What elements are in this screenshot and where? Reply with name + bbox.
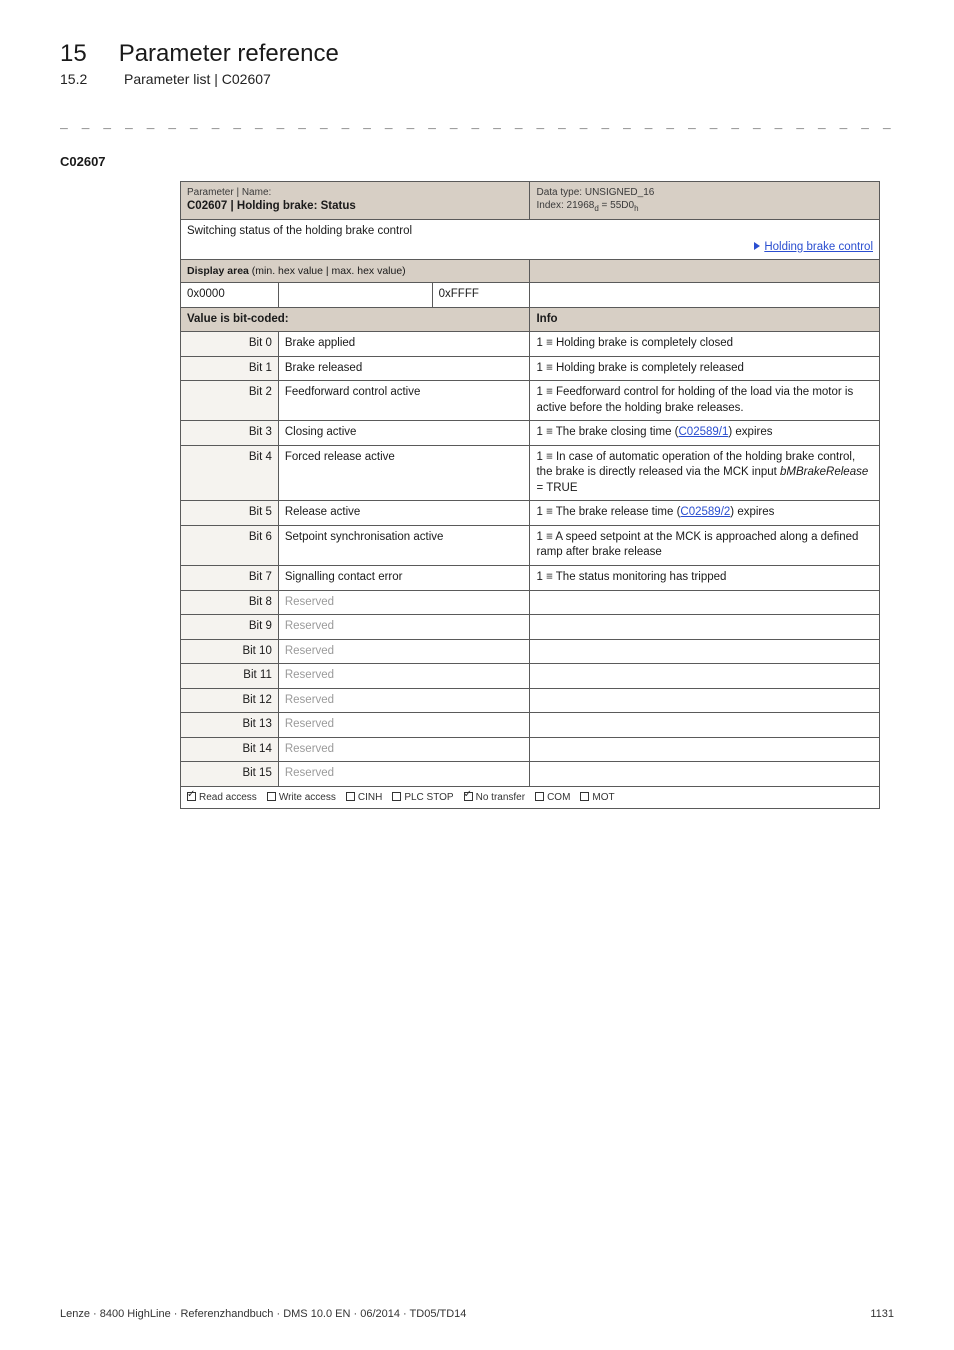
inline-link[interactable]: C02589/2 [680,506,730,518]
range-max: 0xFFFF [432,283,530,308]
parameter-anchor: C02607 [60,154,894,169]
bit-label: Bit 10 [181,639,279,664]
bit-description: 1 ≡ In case of automatic operation of th… [530,445,880,501]
bit-label: Bit 2 [181,381,279,421]
bit-description [530,590,880,615]
value-bit-coded-label: Value is bit-coded: [181,307,530,332]
bit-label: Bit 7 [181,566,279,591]
bit-name: Brake applied [278,332,530,357]
triangle-icon [754,242,760,250]
access-checkbox [535,792,544,801]
access-label: Read access [199,792,257,803]
inline-link[interactable]: C02589/1 [679,426,729,438]
param-head-label: Parameter | Name: [187,186,523,200]
divider: _ _ _ _ _ _ _ _ _ _ _ _ _ _ _ _ _ _ _ _ … [60,115,894,130]
access-checkbox [464,792,473,801]
section-number: 15.2 [60,71,92,87]
access-checkbox [392,792,401,801]
bit-description [530,688,880,713]
bit-description: 1 ≡ Holding brake is completely closed [530,332,880,357]
display-area-label: Display area [187,265,249,277]
access-flags: Read access Write access CINH PLC STOP N… [181,786,880,809]
access-label: No transfer [476,792,525,803]
bit-name: Setpoint synchronisation active [278,525,530,565]
access-checkbox [580,792,589,801]
bit-label: Bit 6 [181,525,279,565]
bit-description [530,639,880,664]
access-label: Write access [279,792,336,803]
param-index: Index: 21968d = 55D0h [536,199,873,215]
bit-label: Bit 15 [181,762,279,787]
footer-page-number: 1131 [870,1308,894,1320]
bit-description: 1 ≡ A speed setpoint at the MCK is appro… [530,525,880,565]
chapter-number: 15 [60,40,87,69]
bit-name: Reserved [278,664,530,689]
access-checkbox [187,792,196,801]
param-head-value: C02607 | Holding brake: Status [187,199,523,215]
bit-name: Closing active [278,421,530,446]
bit-label: Bit 3 [181,421,279,446]
footer-left: Lenze · 8400 HighLine · Referenzhandbuch… [60,1308,466,1320]
access-label: MOT [592,792,614,803]
bit-name: Feedforward control active [278,381,530,421]
bit-label: Bit 8 [181,590,279,615]
range-mid [278,283,432,308]
parameter-table: Parameter | Name: C02607 | Holding brake… [180,181,880,809]
section-title: Parameter list | C02607 [124,71,271,87]
bit-label: Bit 4 [181,445,279,501]
access-checkbox [346,792,355,801]
bit-label: Bit 9 [181,615,279,640]
chapter-title: Parameter reference [119,40,339,69]
bit-label: Bit 5 [181,501,279,526]
bit-description [530,713,880,738]
bit-description: 1 ≡ Feedforward control for holding of t… [530,381,880,421]
param-datatype: Data type: UNSIGNED_16 [536,186,873,200]
bit-name: Forced release active [278,445,530,501]
holding-brake-link[interactable]: Holding brake control [764,241,873,253]
display-area-suffix: (min. hex value | max. hex value) [249,265,406,277]
bit-name: Reserved [278,590,530,615]
bit-label: Bit 14 [181,737,279,762]
bit-description [530,762,880,787]
info-label: Info [530,307,880,332]
bit-name: Release active [278,501,530,526]
bit-name: Reserved [278,737,530,762]
bit-name: Reserved [278,639,530,664]
bit-label: Bit 13 [181,713,279,738]
bit-description: 1 ≡ Holding brake is completely released [530,356,880,381]
bit-description: 1 ≡ The brake closing time (C02589/1) ex… [530,421,880,446]
bit-description [530,664,880,689]
bit-label: Bit 12 [181,688,279,713]
bit-name: Brake released [278,356,530,381]
bit-label: Bit 11 [181,664,279,689]
access-checkbox [267,792,276,801]
bit-label: Bit 0 [181,332,279,357]
bit-name: Reserved [278,762,530,787]
access-label: CINH [358,792,382,803]
bit-name: Reserved [278,615,530,640]
access-label: COM [547,792,570,803]
bit-name: Reserved [278,688,530,713]
bit-description [530,737,880,762]
bit-description: 1 ≡ The brake release time (C02589/2) ex… [530,501,880,526]
bit-name: Reserved [278,713,530,738]
range-min: 0x0000 [181,283,279,308]
bit-label: Bit 1 [181,356,279,381]
bit-description: 1 ≡ The status monitoring has tripped [530,566,880,591]
access-label: PLC STOP [404,792,453,803]
bit-description [530,615,880,640]
switching-status-text: Switching status of the holding brake co… [187,224,873,240]
bit-name: Signalling contact error [278,566,530,591]
